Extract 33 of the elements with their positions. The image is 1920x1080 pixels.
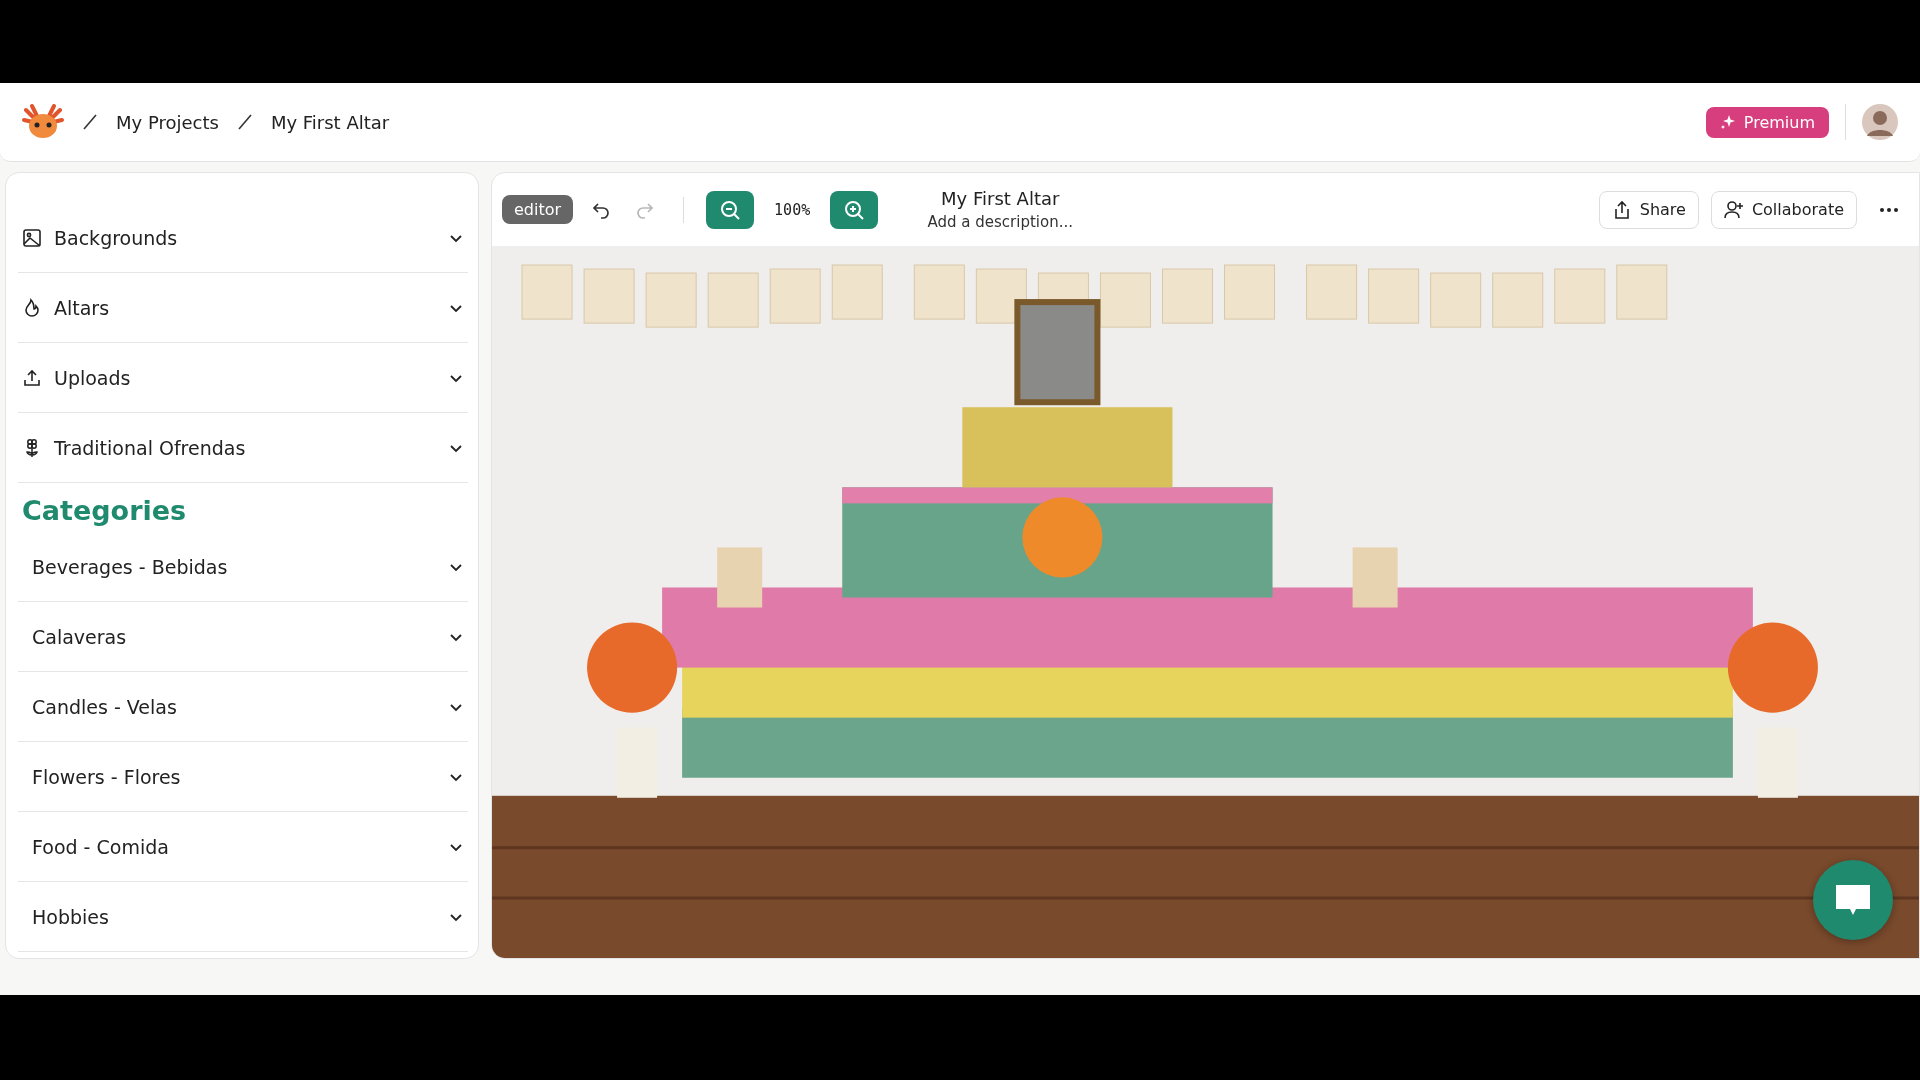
accordion-item[interactable]: Candles - Velas [18,672,468,742]
slash-separator-icon [80,112,100,132]
zoom-level: 100% [773,200,812,219]
accordion-item[interactable]: Altars [18,273,468,343]
add-user-icon [1723,199,1744,220]
zoom-out-icon [719,198,742,221]
sparkle-icon [1719,114,1736,130]
accordion-item[interactable]: Backgrounds [18,203,468,273]
collaborate-button[interactable]: Collaborate [1710,190,1857,229]
upload-icon [22,367,42,388]
accordion-item[interactable]: Uploads [18,343,468,413]
accordion-item[interactable]: Traditional Ofrendas [18,413,468,483]
mode-badge: editor [502,195,574,224]
zoom-in-icon [843,198,866,221]
accordion-item[interactable]: Food - Comida [18,812,468,882]
image-icon [22,227,42,248]
accordion-item[interactable]: Flowers - Flores [18,742,468,812]
more-options-icon[interactable] [1879,206,1899,213]
avatar-icon[interactable] [1862,104,1898,140]
project-title[interactable]: My First Altar [941,188,1060,209]
axolotl-logo-icon[interactable] [22,104,64,140]
categories-heading: Categories [21,494,188,528]
breadcrumb-link[interactable]: My First Altar [270,111,390,133]
accordion-item[interactable]: Hobbies [18,882,468,952]
breadcrumb-link[interactable]: My Projects [116,111,219,133]
chat-bubble-icon [1834,883,1872,917]
accordion-item[interactable]: Beverages - Bebidas [18,532,468,602]
zoom-out-button[interactable] [706,190,755,229]
share-button[interactable]: Share [1598,190,1699,229]
accordion-item[interactable]: Calaveras [18,602,468,672]
premium-button[interactable]: Premium [1705,106,1829,138]
flame-icon [22,297,42,318]
zoom-in-button[interactable] [830,190,879,229]
